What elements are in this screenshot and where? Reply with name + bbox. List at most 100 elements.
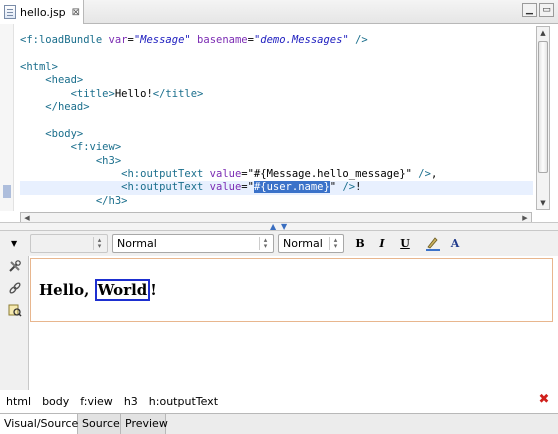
source-token (20, 181, 121, 193)
preview-bundle-icon[interactable] (8, 303, 22, 317)
format-combo-value: Normal (117, 237, 157, 250)
source-line[interactable]: <f:loadBundle var="Message" basename="de… (20, 34, 533, 47)
source-line[interactable]: </h3> (20, 195, 533, 208)
source-line[interactable]: </head> (20, 101, 533, 114)
source-line[interactable]: <title>Hello!</title> (20, 88, 533, 101)
h3-element-box[interactable]: Hello, World! (30, 258, 553, 322)
source-token: <h3> (95, 154, 122, 167)
source-token: Hello! (114, 87, 153, 100)
minimize-button[interactable]: ▁ (522, 3, 537, 17)
hello-text: Hello, (39, 281, 95, 299)
size-combo[interactable]: Normal ▴ ▾ (278, 234, 344, 253)
source-token: ! (355, 181, 362, 194)
source-token: /> (342, 181, 356, 194)
source-line[interactable]: <h:outputText value="#{Message.hello_mes… (20, 168, 533, 181)
jsp-file-icon (4, 5, 16, 19)
format-combo-spinner-icon[interactable]: ▴ ▾ (259, 237, 271, 250)
tab-title: hello.jsp (20, 5, 66, 19)
source-line[interactable]: <f:view> (20, 141, 533, 154)
source-line[interactable]: <body> (20, 128, 533, 141)
source-token: /> (348, 34, 368, 46)
pane-splitter[interactable]: ▲ ▼ (0, 222, 558, 231)
source-line[interactable]: <head> (20, 74, 533, 87)
breadcrumb-item-h-outputtext[interactable]: h:outputText (149, 395, 218, 408)
source-token (20, 74, 45, 86)
breadcrumb-item-h3[interactable]: h3 (124, 395, 138, 408)
breadcrumb-item-body[interactable]: body (42, 395, 69, 408)
tab-hello-jsp[interactable]: hello.jsp ⊠ (0, 0, 84, 24)
source-token (20, 168, 121, 180)
source-editor[interactable]: <f:loadBundle var="Message" basename="de… (0, 24, 558, 224)
collapse-up-icon[interactable]: ▲ (270, 223, 276, 231)
source-token: "demo.Messages" (253, 34, 349, 46)
source-token: ="#{Message.hello_message}" (241, 167, 419, 180)
source-token: </h3> (95, 194, 128, 207)
breadcrumb: html body f:view h3 h:outputText ✖ (0, 390, 558, 412)
source-line[interactable] (20, 47, 533, 60)
tab-close-icon[interactable]: ⊠ (72, 7, 80, 18)
source-token: <h:outputText (121, 181, 210, 194)
toolbar-menu-icon[interactable]: ▼ (11, 239, 17, 248)
source-token (20, 88, 71, 100)
source-token (20, 128, 45, 140)
source-token: "Message" (133, 34, 191, 46)
window-buttons: ▁ ▭ (522, 3, 554, 17)
font-color-icon: A (450, 237, 460, 250)
source-token: <f:loadBundle (20, 34, 109, 46)
source-token: <title> (70, 87, 115, 100)
source-token: value (209, 167, 242, 180)
formatting-toolbar: ▼ ▴ ▾ Normal ▴ ▾ Normal ▴ ▾ B I U A (0, 231, 558, 256)
source-token: <body> (45, 127, 84, 140)
source-token (20, 101, 45, 113)
source-token: var (108, 34, 128, 46)
scroll-down-arrow-icon[interactable]: ▼ (537, 197, 549, 209)
source-line[interactable]: <html> (20, 61, 533, 74)
link-icon[interactable] (8, 281, 22, 295)
source-token: <html> (20, 60, 58, 73)
source-token: <h:outputText (121, 167, 210, 180)
visual-tool-strip (0, 256, 28, 390)
underline-button[interactable]: U (396, 235, 414, 253)
style-combo-spinner-icon[interactable]: ▴ ▾ (93, 237, 105, 250)
source-line[interactable]: <h3> (20, 155, 533, 168)
breadcrumb-item-f-view[interactable]: f:view (80, 395, 113, 408)
source-code[interactable]: <f:loadBundle var="Message" basename="de… (20, 34, 533, 208)
source-token: basename (197, 34, 248, 46)
source-token: value (209, 181, 242, 194)
output-text-box[interactable]: World (94, 279, 151, 301)
source-line-current[interactable]: <h:outputText value="#{user.name}" />! (20, 181, 533, 195)
tab-visual-source[interactable]: Visual/Source (0, 414, 78, 434)
vertical-scrollbar[interactable]: ▲ ▼ (536, 26, 550, 210)
format-combo[interactable]: Normal ▴ ▾ (112, 234, 274, 253)
font-color-button[interactable]: A (446, 235, 464, 253)
editor-tab-bar: hello.jsp ⊠ ▁ ▭ (0, 0, 558, 24)
source-token: </title> (152, 87, 204, 100)
highlight-color-icon[interactable] (424, 235, 442, 253)
source-token: " (329, 181, 343, 194)
source-token (20, 155, 96, 167)
breadcrumb-item-html[interactable]: html (6, 395, 31, 408)
size-combo-value: Normal (283, 237, 323, 250)
style-combo[interactable]: ▴ ▾ (30, 234, 108, 253)
collapse-down-icon[interactable]: ▼ (281, 223, 287, 231)
maximize-button[interactable]: ▭ (539, 3, 554, 17)
vertical-scroll-thumb[interactable] (538, 41, 548, 173)
selected-expression: #{user.name} (253, 181, 330, 194)
source-line[interactable] (20, 114, 533, 127)
source-token (20, 141, 71, 153)
tab-source[interactable]: Source (78, 414, 121, 434)
source-token: <f:view> (70, 141, 122, 154)
italic-button[interactable]: I (373, 235, 391, 253)
source-token (20, 195, 96, 207)
tab-preview[interactable]: Preview (121, 414, 168, 434)
tools-icon[interactable] (8, 259, 22, 273)
current-line-marker (3, 185, 11, 198)
scroll-up-arrow-icon[interactable]: ▲ (537, 27, 549, 39)
visual-heading: Hello, World! (39, 279, 157, 301)
close-red-x-icon[interactable]: ✖ (538, 393, 550, 406)
source-token: =" (241, 181, 254, 194)
exclamation-text: ! (150, 281, 157, 299)
bold-button[interactable]: B (351, 235, 369, 253)
size-combo-spinner-icon[interactable]: ▴ ▾ (329, 237, 341, 250)
visual-editor[interactable]: Hello, World! (28, 256, 553, 390)
